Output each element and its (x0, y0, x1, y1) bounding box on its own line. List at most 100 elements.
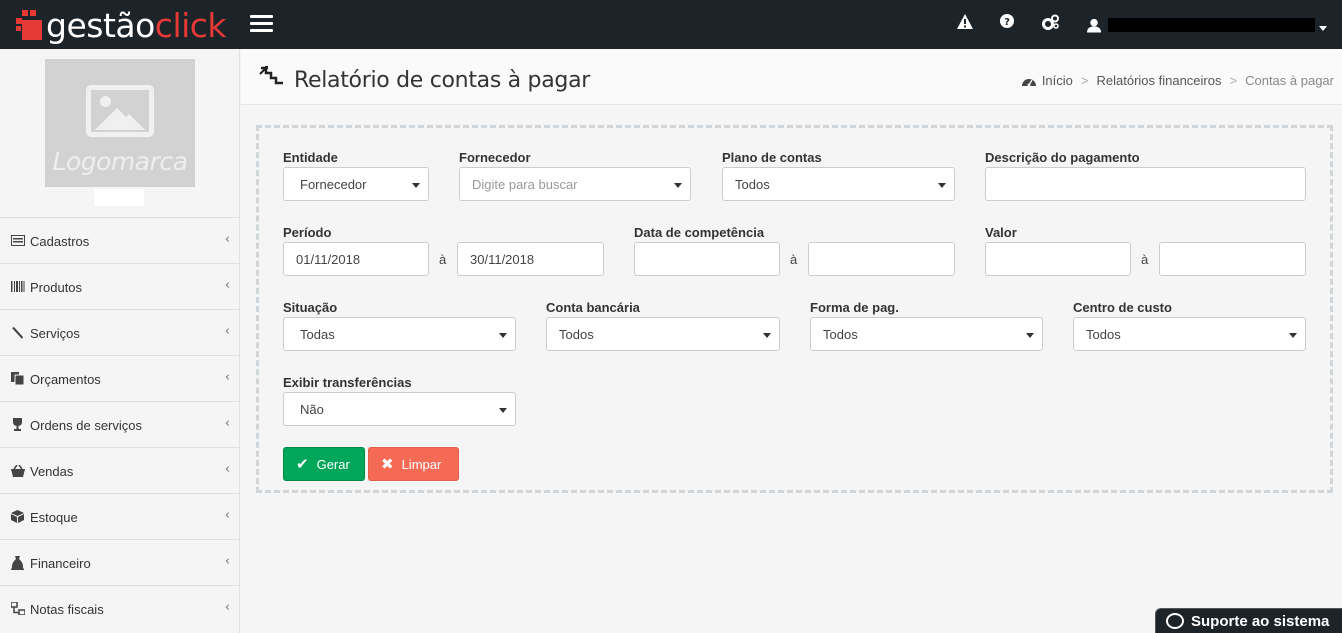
svg-text:?: ? (1004, 17, 1010, 28)
company-name-redacted (94, 189, 144, 206)
brand-mark-icon (14, 8, 44, 42)
conta-bancaria-label: Conta bancária (546, 300, 640, 315)
chevron-left-icon: ‹ (224, 600, 230, 615)
periodo-from-input[interactable]: 01/11/2018 (283, 242, 429, 276)
breadcrumb-separator: > (1080, 73, 1089, 88)
user-name-redacted (1108, 18, 1315, 32)
fornecedor-search-select[interactable]: Digite para buscar (459, 167, 691, 201)
periodo-label: Período (283, 225, 332, 240)
chevron-left-icon: ‹ (224, 324, 230, 339)
sidebar-item-ordens-de-servicos[interactable]: Ordens de serviços ‹ (0, 401, 240, 447)
situacao-label: Situação (283, 300, 338, 315)
range-separator: à (1141, 252, 1149, 267)
sitemap-icon (10, 602, 25, 616)
competencia-from-input[interactable] (634, 242, 780, 276)
cube-icon (10, 510, 25, 524)
sidebar-item-financeiro[interactable]: Financeiro ‹ (0, 539, 240, 585)
competencia-to-input[interactable] (808, 242, 955, 276)
sidebar: Logomarca Cadastros ‹ Produtos ‹ Serviço… (0, 49, 240, 633)
range-separator: à (439, 252, 447, 267)
image-icon (86, 85, 154, 137)
chat-bubble-icon (1166, 613, 1184, 629)
gerar-button[interactable]: ✔ Gerar (283, 447, 365, 481)
warning-icon[interactable] (956, 14, 974, 34)
forma-pag-label: Forma de pag. (810, 300, 899, 315)
dashboard-icon (1021, 78, 1036, 86)
sidebar-item-label: Cadastros (30, 234, 90, 249)
entidade-select[interactable]: Fornecedor (283, 167, 429, 201)
breadcrumb-current: Contas à pagar (1245, 73, 1334, 88)
valor-label: Valor (985, 225, 1017, 240)
sidebar-menu: Cadastros ‹ Produtos ‹ Serviços ‹ Orçame… (0, 217, 240, 631)
sidebar-item-orcamentos[interactable]: Orçamentos ‹ (0, 355, 240, 401)
descricao-label: Descrição do pagamento (985, 150, 1140, 165)
sidebar-item-produtos[interactable]: Produtos ‹ (0, 263, 240, 309)
conta-bancaria-select[interactable]: Todos (546, 317, 780, 351)
range-separator: à (790, 252, 798, 267)
money-bag-icon (10, 555, 25, 570)
basket-icon (10, 464, 25, 478)
stairs-down-icon (259, 66, 283, 85)
documents-icon (10, 372, 25, 386)
transferencias-select[interactable]: Não (283, 392, 516, 426)
chevron-left-icon: ‹ (224, 416, 230, 431)
sidebar-item-label: Ordens de serviços (30, 418, 142, 433)
transferencias-label: Exibir transferências (283, 375, 412, 390)
user-menu[interactable] (1087, 13, 1327, 37)
chevron-left-icon: ‹ (224, 232, 230, 247)
chevron-left-icon: ‹ (224, 554, 230, 569)
chevron-left-icon: ‹ (224, 278, 230, 293)
wrench-icon (10, 326, 25, 340)
competencia-label: Data de competência (634, 225, 765, 240)
breadcrumb-parent-link[interactable]: Relatórios financeiros (1096, 73, 1221, 88)
support-label: Suporte ao sistema (1191, 612, 1330, 630)
centro-custo-select[interactable]: Todos (1073, 317, 1306, 351)
sidebar-item-estoque[interactable]: Estoque ‹ (0, 493, 240, 539)
sidebar-item-servicos[interactable]: Serviços ‹ (0, 309, 240, 355)
sidebar-item-label: Financeiro (30, 556, 91, 571)
fornecedor-label: Fornecedor (459, 150, 531, 165)
centro-custo-label: Centro de custo (1073, 300, 1172, 315)
barcode-icon (10, 280, 25, 294)
support-chat-button[interactable]: Suporte ao sistema (1155, 608, 1342, 633)
situacao-select[interactable]: Todas (283, 317, 516, 351)
brand-logo[interactable]: gestãoclick (14, 6, 227, 45)
sidebar-item-label: Produtos (30, 280, 83, 295)
company-logo-placeholder[interactable]: Logomarca (45, 59, 195, 187)
page-header: Relatório de contas à pagar Início > Rel… (241, 49, 1342, 105)
caret-down-icon (412, 183, 420, 188)
caret-down-icon (499, 408, 507, 413)
sidebar-item-label: Vendas (30, 464, 74, 479)
sidebar-item-label: Notas fiscais (30, 602, 104, 617)
close-icon: ✖ (381, 455, 394, 473)
sidebar-item-cadastros[interactable]: Cadastros ‹ (0, 217, 240, 263)
forma-pag-select[interactable]: Todos (810, 317, 1043, 351)
help-icon[interactable]: ? (998, 14, 1016, 34)
limpar-button[interactable]: ✖ Limpar (368, 447, 459, 481)
sidebar-item-notas-fiscais[interactable]: Notas fiscais ‹ (0, 585, 240, 631)
caret-down-icon (938, 183, 946, 188)
plano-contas-label: Plano de contas (722, 150, 822, 165)
breadcrumb: Início > Relatórios financeiros > Contas… (1021, 73, 1334, 88)
page-title: Relatório de contas à pagar (294, 68, 590, 93)
logo-placeholder-label: Logomarca (52, 147, 188, 176)
breadcrumb-separator: > (1229, 73, 1238, 88)
check-icon: ✔ (296, 455, 309, 473)
top-navbar: gestãoclick ? (0, 0, 1342, 49)
periodo-to-input[interactable]: 30/11/2018 (457, 242, 604, 276)
valor-from-input[interactable] (985, 242, 1131, 276)
chevron-left-icon: ‹ (224, 370, 230, 385)
settings-gears-icon[interactable] (1042, 14, 1060, 34)
sidebar-item-label: Orçamentos (30, 372, 101, 387)
user-icon (1087, 18, 1102, 33)
plano-contas-select[interactable]: Todos (722, 167, 955, 201)
sidebar-item-vendas[interactable]: Vendas ‹ (0, 447, 240, 493)
valor-to-input[interactable] (1159, 242, 1306, 276)
caret-down-icon (499, 333, 507, 338)
gerar-button-label: Gerar (316, 456, 350, 472)
caret-down-icon (1026, 333, 1034, 338)
caret-down-icon (763, 333, 771, 338)
descricao-input[interactable] (985, 167, 1306, 201)
sidebar-toggle-button[interactable] (250, 15, 273, 33)
breadcrumb-home-link[interactable]: Início (1042, 73, 1073, 88)
